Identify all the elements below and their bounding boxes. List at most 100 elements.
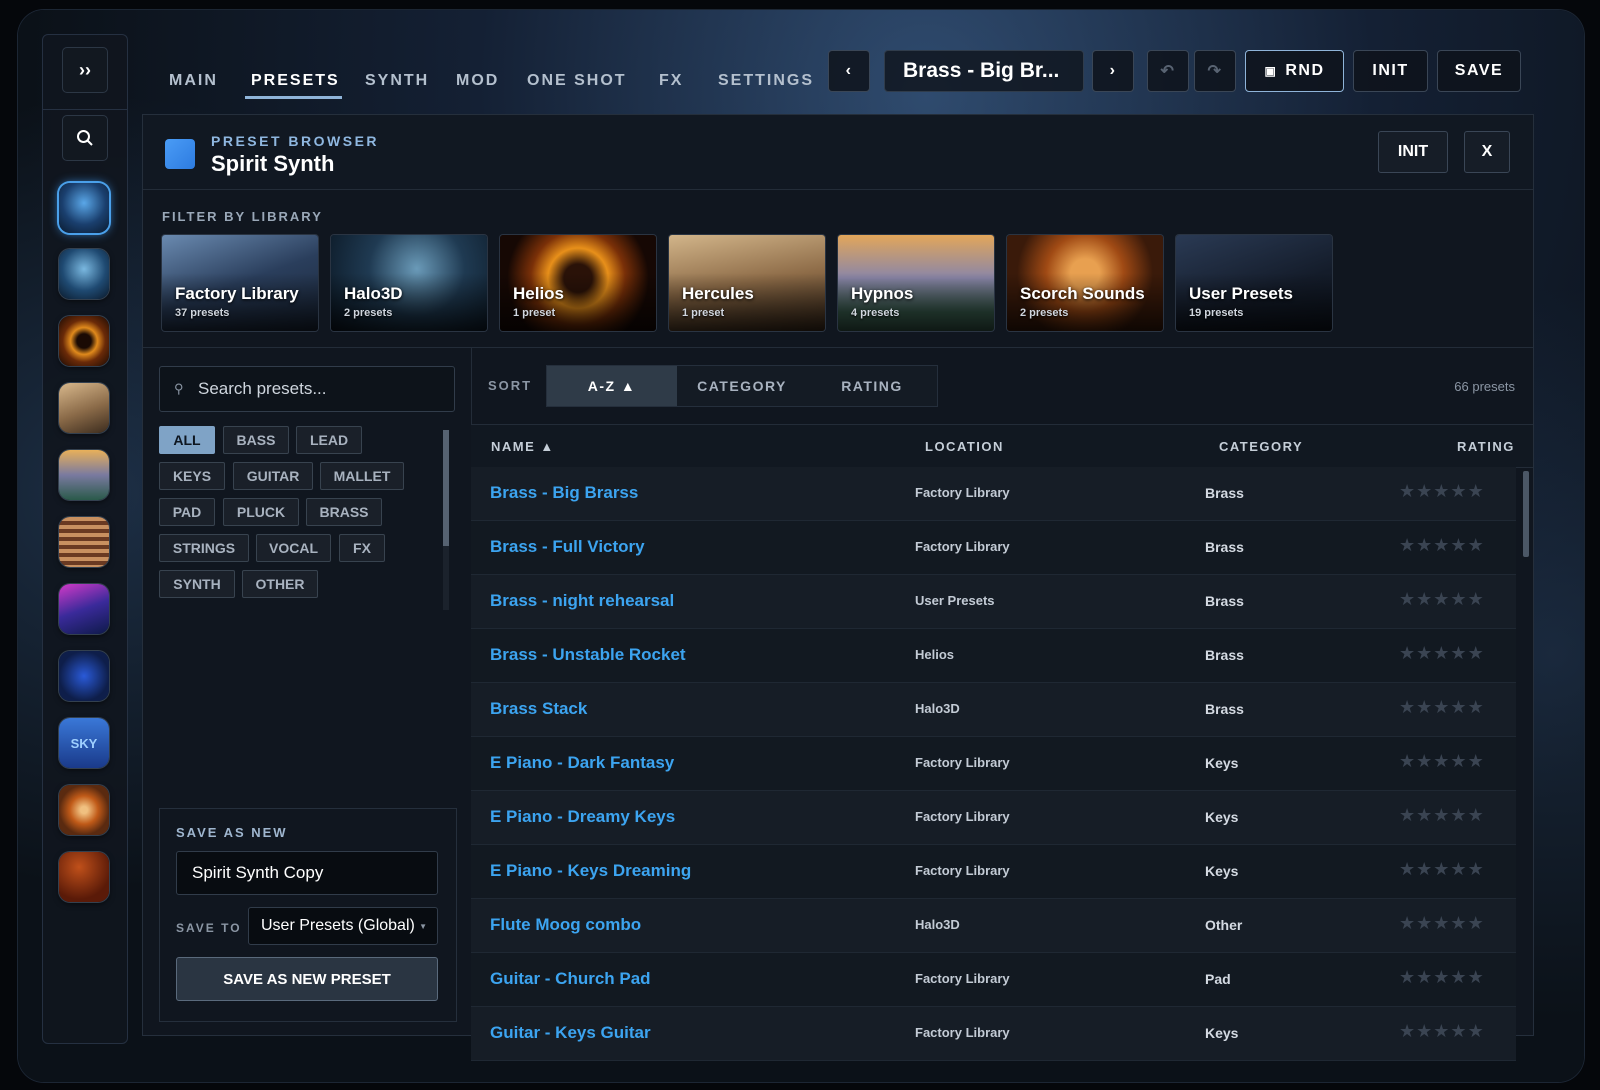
star-icon[interactable]: ★: [1468, 913, 1485, 933]
star-icon[interactable]: ★: [1468, 805, 1485, 825]
star-icon[interactable]: ★: [1399, 751, 1416, 771]
browser-close-button[interactable]: X: [1464, 131, 1510, 173]
rating-stars[interactable]: ★★★★★: [1399, 805, 1485, 826]
star-icon[interactable]: ★: [1433, 535, 1450, 555]
star-icon[interactable]: ★: [1416, 805, 1433, 825]
chip-all[interactable]: ALL: [159, 426, 215, 454]
rating-stars[interactable]: ★★★★★: [1399, 751, 1485, 772]
library-card-scorch-sounds[interactable]: Scorch Sounds 2 presets: [1007, 235, 1163, 331]
save-as-new-preset-button[interactable]: SAVE AS NEW PRESET: [176, 957, 438, 1001]
star-icon[interactable]: ★: [1468, 859, 1485, 879]
sidebar-library-factory[interactable]: [59, 183, 109, 233]
chip-synth[interactable]: SYNTH: [159, 570, 235, 598]
star-icon[interactable]: ★: [1433, 805, 1450, 825]
star-icon[interactable]: ★: [1468, 481, 1485, 501]
star-icon[interactable]: ★: [1450, 643, 1467, 663]
sidebar-library-hercules[interactable]: [59, 383, 109, 433]
chip-pluck[interactable]: PLUCK: [223, 498, 299, 526]
star-icon[interactable]: ★: [1433, 481, 1450, 501]
star-icon[interactable]: ★: [1450, 481, 1467, 501]
new-preset-name-field[interactable]: Spirit Synth Copy: [176, 851, 438, 895]
rating-stars[interactable]: ★★★★★: [1399, 697, 1485, 718]
sort-az-button[interactable]: A-Z ▲: [547, 366, 677, 406]
star-icon[interactable]: ★: [1416, 913, 1433, 933]
star-icon[interactable]: ★: [1468, 535, 1485, 555]
star-icon[interactable]: ★: [1399, 1021, 1416, 1041]
tab-mod[interactable]: MOD: [456, 72, 499, 90]
scrollbar-thumb[interactable]: [443, 430, 449, 546]
table-scrollbar[interactable]: [1523, 471, 1529, 1031]
rating-stars[interactable]: ★★★★★: [1399, 913, 1485, 934]
star-icon[interactable]: ★: [1450, 589, 1467, 609]
star-icon[interactable]: ★: [1450, 535, 1467, 555]
star-icon[interactable]: ★: [1433, 697, 1450, 717]
library-card-user-presets[interactable]: User Presets 19 presets: [1176, 235, 1332, 331]
star-icon[interactable]: ★: [1399, 967, 1416, 987]
table-row[interactable]: E Piano - Dark Fantasy Factory Library Key…: [471, 737, 1516, 791]
sort-rating-button[interactable]: RATING: [807, 366, 937, 406]
star-icon[interactable]: ★: [1416, 697, 1433, 717]
star-icon[interactable]: ★: [1399, 697, 1416, 717]
preset-search-input[interactable]: [196, 378, 450, 400]
star-icon[interactable]: ★: [1399, 481, 1416, 501]
library-card-helios[interactable]: Helios 1 preset: [500, 235, 656, 331]
table-row[interactable]: Brass - Big Brarss Factory Library Brass ★★…: [471, 467, 1516, 521]
double-chevron-right-icon[interactable]: ››: [62, 47, 108, 93]
column-rating[interactable]: RATING: [1457, 439, 1515, 454]
sidebar-library-orbit[interactable]: [59, 785, 109, 835]
sidebar-library-sky-keys[interactable]: SKY: [59, 718, 109, 768]
save-button[interactable]: SAVE: [1437, 50, 1521, 92]
rating-stars[interactable]: ★★★★★: [1399, 1021, 1485, 1042]
sidebar-library-helios[interactable]: [59, 316, 109, 366]
star-icon[interactable]: ★: [1450, 751, 1467, 771]
table-row[interactable]: E Piano - Dreamy Keys Factory Library Keys…: [471, 791, 1516, 845]
chip-fx[interactable]: FX: [339, 534, 385, 562]
column-category[interactable]: CATEGORY: [1219, 439, 1303, 454]
table-row[interactable]: Flute Moog combo Halo3D Other ★★★★★: [471, 899, 1516, 953]
table-row[interactable]: E Piano - Keys Dreaming Factory Library Ke…: [471, 845, 1516, 899]
category-scrollbar[interactable]: [443, 430, 449, 610]
sidebar-library-synthwave[interactable]: [59, 584, 109, 634]
star-icon[interactable]: ★: [1416, 1021, 1433, 1041]
rating-stars[interactable]: ★★★★★: [1399, 643, 1485, 664]
library-card-hercules[interactable]: Hercules 1 preset: [669, 235, 825, 331]
table-row[interactable]: Guitar - Church Pad Factory Library Pad ★★★…: [471, 953, 1516, 1007]
chip-bass[interactable]: BASS: [223, 426, 289, 454]
library-card-halo3d[interactable]: Halo3D 2 presets: [331, 235, 487, 331]
star-icon[interactable]: ★: [1468, 643, 1485, 663]
star-icon[interactable]: ★: [1433, 967, 1450, 987]
star-icon[interactable]: ★: [1450, 805, 1467, 825]
star-icon[interactable]: ★: [1416, 589, 1433, 609]
tab-presets[interactable]: PRESETS: [251, 72, 340, 90]
star-icon[interactable]: ★: [1450, 967, 1467, 987]
star-icon[interactable]: ★: [1399, 859, 1416, 879]
chip-keys[interactable]: KEYS: [159, 462, 225, 490]
tab-fx[interactable]: FX: [659, 72, 683, 90]
table-row[interactable]: Brass - night rehearsal User Presets Brass…: [471, 575, 1516, 629]
sidebar-library-user-presets[interactable]: [59, 651, 109, 701]
chip-pad[interactable]: PAD: [159, 498, 215, 526]
star-icon[interactable]: ★: [1450, 697, 1467, 717]
star-icon[interactable]: ★: [1416, 535, 1433, 555]
preset-search-box[interactable]: ⚲: [159, 366, 455, 412]
star-icon[interactable]: ★: [1450, 859, 1467, 879]
star-icon[interactable]: ★: [1416, 859, 1433, 879]
rating-stars[interactable]: ★★★★★: [1399, 967, 1485, 988]
chip-guitar[interactable]: GUITAR: [233, 462, 313, 490]
sort-category-button[interactable]: CATEGORY: [677, 366, 807, 406]
save-to-select[interactable]: User Presets (Global) ▼: [248, 907, 438, 945]
chip-strings[interactable]: STRINGS: [159, 534, 249, 562]
star-icon[interactable]: ★: [1433, 913, 1450, 933]
prev-preset-button[interactable]: ‹: [828, 50, 870, 92]
table-row[interactable]: Brass - Full Victory Factory Library Brass…: [471, 521, 1516, 575]
star-icon[interactable]: ★: [1416, 481, 1433, 501]
star-icon[interactable]: ★: [1399, 589, 1416, 609]
init-button[interactable]: INIT: [1353, 50, 1428, 92]
star-icon[interactable]: ★: [1450, 913, 1467, 933]
rating-stars[interactable]: ★★★★★: [1399, 589, 1485, 610]
star-icon[interactable]: ★: [1399, 643, 1416, 663]
rating-stars[interactable]: ★★★★★: [1399, 859, 1485, 880]
random-button[interactable]: ▣ RND: [1245, 50, 1344, 92]
sidebar-library-hypnos[interactable]: [59, 450, 109, 500]
library-card-hypnos[interactable]: Hypnos 4 presets: [838, 235, 994, 331]
